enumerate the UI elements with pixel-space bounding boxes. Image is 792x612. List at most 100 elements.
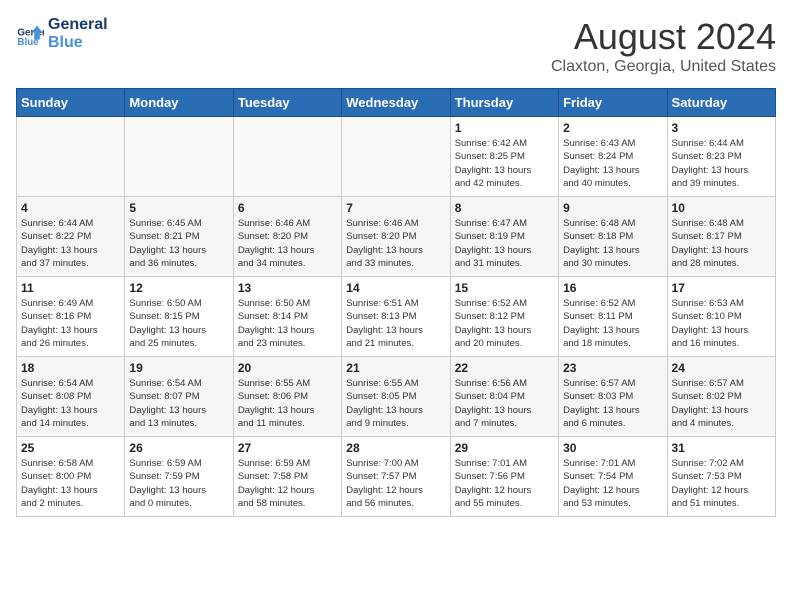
day-info: Sunrise: 6:46 AMSunset: 8:20 PMDaylight:…	[346, 217, 445, 270]
logo: General Blue General Blue	[16, 16, 108, 51]
day-cell: 21Sunrise: 6:55 AMSunset: 8:05 PMDayligh…	[342, 357, 450, 437]
day-info: Sunrise: 6:43 AMSunset: 8:24 PMDaylight:…	[563, 137, 662, 190]
day-info: Sunrise: 6:50 AMSunset: 8:14 PMDaylight:…	[238, 297, 337, 350]
day-cell: 23 Sunrise: 6:57 AMSunset: 8:03 PMDayligh…	[559, 357, 667, 437]
day-cell: 18Sunrise: 6:54 AMSunset: 8:08 PMDayligh…	[17, 357, 125, 437]
day-info: Sunrise: 6:55 AMSunset: 8:06 PMDaylight:…	[238, 377, 337, 430]
day-number: 15	[455, 281, 554, 295]
calendar-header: SundayMondayTuesdayWednesdayThursdayFrid…	[17, 89, 776, 117]
day-cell: 8Sunrise: 6:47 AMSunset: 8:19 PMDaylight…	[450, 197, 558, 277]
day-info: Sunrise: 6:42 AMSunset: 8:25 PMDaylight:…	[455, 137, 554, 190]
day-number: 27	[238, 441, 337, 455]
day-number: 30	[563, 441, 662, 455]
day-cell: 5 Sunrise: 6:45 AMSunset: 8:21 PMDaylight…	[125, 197, 233, 277]
day-number: 7	[346, 201, 445, 215]
week-row-1: 4 Sunrise: 6:44 AMSunset: 8:22 PMDaylight…	[17, 197, 776, 277]
day-info: Sunrise: 6:52 AMSunset: 8:11 PMDaylight:…	[563, 297, 662, 350]
day-info: Sunrise: 6:57 AMSunset: 8:02 PMDaylight:…	[672, 377, 771, 430]
day-info: Sunrise: 6:45 AMSunset: 8:21 PMDaylight:…	[129, 217, 228, 270]
header-cell-tuesday: Tuesday	[233, 89, 341, 117]
day-info: Sunrise: 6:56 AMSunset: 8:04 PMDaylight:…	[455, 377, 554, 430]
logo-text-line1: General	[48, 16, 108, 34]
header-row: SundayMondayTuesdayWednesdayThursdayFrid…	[17, 89, 776, 117]
day-number: 22	[455, 361, 554, 375]
day-cell: 11Sunrise: 6:49 AMSunset: 8:16 PMDayligh…	[17, 277, 125, 357]
day-number: 18	[21, 361, 120, 375]
header-cell-thursday: Thursday	[450, 89, 558, 117]
week-row-2: 11Sunrise: 6:49 AMSunset: 8:16 PMDayligh…	[17, 277, 776, 357]
calendar-table: SundayMondayTuesdayWednesdayThursdayFrid…	[16, 88, 776, 517]
calendar-body: 1 Sunrise: 6:42 AMSunset: 8:25 PMDaylight…	[17, 117, 776, 517]
day-number: 14	[346, 281, 445, 295]
day-number: 20	[238, 361, 337, 375]
header: General Blue General Blue August 2024 Cl…	[16, 16, 776, 76]
day-info: Sunrise: 6:46 AMSunset: 8:20 PMDaylight:…	[238, 217, 337, 270]
day-number: 9	[563, 201, 662, 215]
day-cell: 14Sunrise: 6:51 AMSunset: 8:13 PMDayligh…	[342, 277, 450, 357]
day-cell: 17 Sunrise: 6:53 AMSunset: 8:10 PMDayligh…	[667, 277, 775, 357]
day-info: Sunrise: 7:01 AMSunset: 7:56 PMDaylight:…	[455, 457, 554, 510]
day-cell: 13Sunrise: 6:50 AMSunset: 8:14 PMDayligh…	[233, 277, 341, 357]
day-info: Sunrise: 6:59 AMSunset: 7:59 PMDaylight:…	[129, 457, 228, 510]
day-number: 5	[129, 201, 228, 215]
day-cell: 27Sunrise: 6:59 AMSunset: 7:58 PMDayligh…	[233, 437, 341, 517]
day-cell	[17, 117, 125, 197]
day-number: 16	[563, 281, 662, 295]
day-cell: 16 Sunrise: 6:52 AMSunset: 8:11 PMDayligh…	[559, 277, 667, 357]
day-number: 3	[672, 121, 771, 135]
week-row-3: 18Sunrise: 6:54 AMSunset: 8:08 PMDayligh…	[17, 357, 776, 437]
day-info: Sunrise: 6:50 AMSunset: 8:15 PMDaylight:…	[129, 297, 228, 350]
week-row-4: 25 Sunrise: 6:58 AMSunset: 8:00 PMDayligh…	[17, 437, 776, 517]
day-number: 8	[455, 201, 554, 215]
day-number: 10	[672, 201, 771, 215]
day-cell: 25 Sunrise: 6:58 AMSunset: 8:00 PMDayligh…	[17, 437, 125, 517]
day-cell: 12 Sunrise: 6:50 AMSunset: 8:15 PMDayligh…	[125, 277, 233, 357]
day-info: Sunrise: 6:52 AMSunset: 8:12 PMDaylight:…	[455, 297, 554, 350]
header-cell-friday: Friday	[559, 89, 667, 117]
day-number: 24	[672, 361, 771, 375]
logo-icon: General Blue	[16, 20, 44, 48]
day-info: Sunrise: 6:57 AMSunset: 8:03 PMDaylight:…	[563, 377, 662, 430]
day-number: 4	[21, 201, 120, 215]
day-cell: 9 Sunrise: 6:48 AMSunset: 8:18 PMDaylight…	[559, 197, 667, 277]
day-number: 17	[672, 281, 771, 295]
day-cell: 24 Sunrise: 6:57 AMSunset: 8:02 PMDayligh…	[667, 357, 775, 437]
day-cell: 29 Sunrise: 7:01 AMSunset: 7:56 PMDayligh…	[450, 437, 558, 517]
day-cell: 4 Sunrise: 6:44 AMSunset: 8:22 PMDaylight…	[17, 197, 125, 277]
day-cell	[125, 117, 233, 197]
day-cell: 19Sunrise: 6:54 AMSunset: 8:07 PMDayligh…	[125, 357, 233, 437]
day-cell: 1 Sunrise: 6:42 AMSunset: 8:25 PMDaylight…	[450, 117, 558, 197]
day-cell: 22 Sunrise: 6:56 AMSunset: 8:04 PMDayligh…	[450, 357, 558, 437]
day-number: 11	[21, 281, 120, 295]
day-cell: 2Sunrise: 6:43 AMSunset: 8:24 PMDaylight…	[559, 117, 667, 197]
day-cell: 28Sunrise: 7:00 AMSunset: 7:57 PMDayligh…	[342, 437, 450, 517]
day-number: 31	[672, 441, 771, 455]
page-title: August 2024	[551, 16, 776, 58]
title-area: August 2024 Claxton, Georgia, United Sta…	[551, 16, 776, 76]
day-cell: 3Sunrise: 6:44 AMSunset: 8:23 PMDaylight…	[667, 117, 775, 197]
day-info: Sunrise: 6:48 AMSunset: 8:18 PMDaylight:…	[563, 217, 662, 270]
day-number: 26	[129, 441, 228, 455]
day-info: Sunrise: 6:58 AMSunset: 8:00 PMDaylight:…	[21, 457, 120, 510]
header-cell-wednesday: Wednesday	[342, 89, 450, 117]
day-number: 25	[21, 441, 120, 455]
day-info: Sunrise: 7:01 AMSunset: 7:54 PMDaylight:…	[563, 457, 662, 510]
day-cell: 15 Sunrise: 6:52 AMSunset: 8:12 PMDayligh…	[450, 277, 558, 357]
header-cell-monday: Monday	[125, 89, 233, 117]
logo-text-line2: Blue	[48, 34, 108, 52]
header-cell-saturday: Saturday	[667, 89, 775, 117]
day-number: 21	[346, 361, 445, 375]
day-number: 19	[129, 361, 228, 375]
day-number: 29	[455, 441, 554, 455]
day-info: Sunrise: 6:53 AMSunset: 8:10 PMDaylight:…	[672, 297, 771, 350]
header-cell-sunday: Sunday	[17, 89, 125, 117]
day-cell: 31 Sunrise: 7:02 AMSunset: 7:53 PMDayligh…	[667, 437, 775, 517]
day-cell: 7 Sunrise: 6:46 AMSunset: 8:20 PMDaylight…	[342, 197, 450, 277]
page-subtitle: Claxton, Georgia, United States	[551, 58, 776, 76]
day-info: Sunrise: 6:44 AMSunset: 8:22 PMDaylight:…	[21, 217, 120, 270]
day-number: 12	[129, 281, 228, 295]
day-number: 23	[563, 361, 662, 375]
day-cell: 30 Sunrise: 7:01 AMSunset: 7:54 PMDayligh…	[559, 437, 667, 517]
day-info: Sunrise: 7:02 AMSunset: 7:53 PMDaylight:…	[672, 457, 771, 510]
day-number: 1	[455, 121, 554, 135]
